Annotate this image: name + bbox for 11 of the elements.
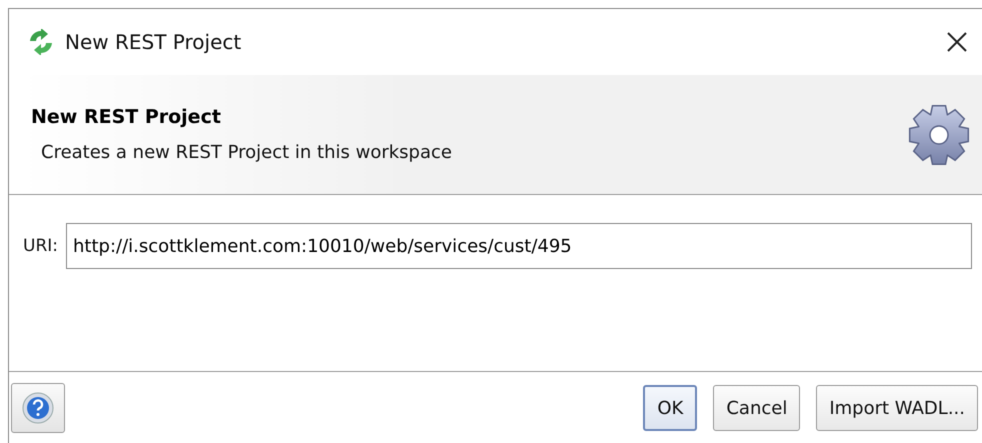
help-button[interactable] bbox=[11, 383, 65, 433]
header-title: New REST Project bbox=[31, 106, 222, 128]
window-title: New REST Project bbox=[65, 30, 242, 54]
dialog-button[interactable]: Import WADL... bbox=[816, 385, 978, 431]
uri-label: URI: bbox=[23, 235, 58, 258]
dialog-button[interactable]: OK bbox=[643, 385, 698, 431]
help-icon bbox=[21, 391, 55, 425]
uri-input[interactable]: http://i.scottklement.com:10010/web/services/cust/495 bbox=[66, 223, 972, 269]
dialog-button[interactable]: Cancel bbox=[713, 385, 800, 431]
header-description: Creates a new REST Project in this workspace bbox=[40, 142, 453, 163]
app-logo-icon bbox=[27, 29, 55, 55]
